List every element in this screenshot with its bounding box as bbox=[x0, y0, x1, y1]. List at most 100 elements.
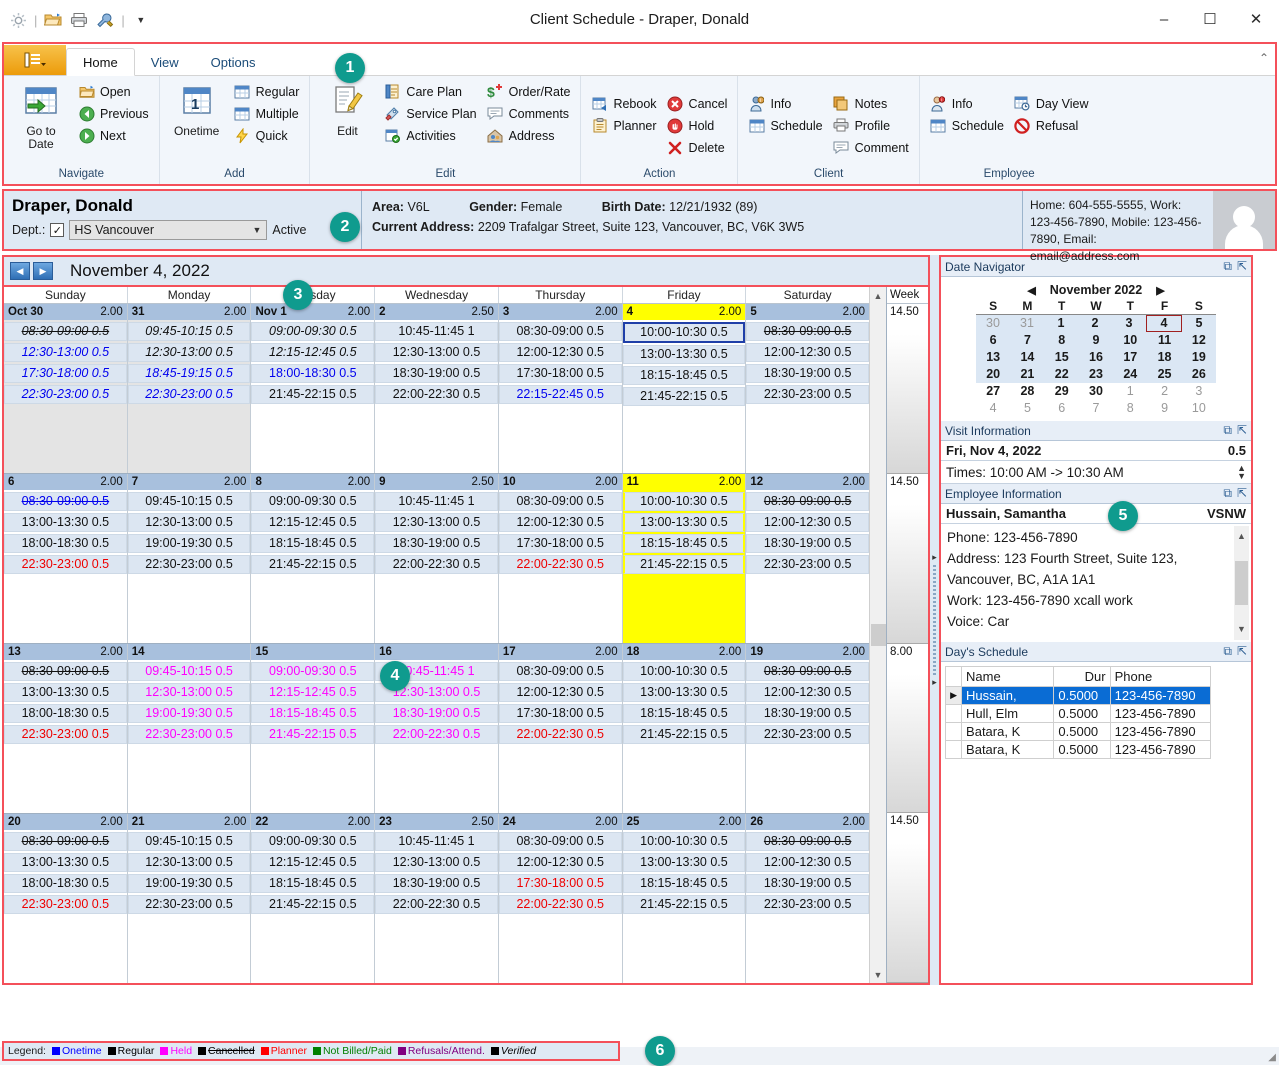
mini-cal-day[interactable]: 5 bbox=[1010, 400, 1044, 417]
appointment-entry[interactable]: 12:30-13:00 0.5 bbox=[127, 343, 251, 362]
appointment-entry[interactable]: 12:30-13:00 0.5 bbox=[4, 343, 127, 362]
table-row[interactable]: ▶ Hussain, 0.5000 123-456-7890 bbox=[944, 686, 1212, 705]
mini-cal-day[interactable]: 2 bbox=[1078, 315, 1112, 332]
mini-cal-day[interactable]: 16 bbox=[1079, 349, 1113, 366]
calendar-day-cell[interactable]: 14 09:45-10:15 0.5 12:30-13:00 0.5 19:00-19… bbox=[127, 644, 252, 813]
mini-cal-day[interactable]: 30 bbox=[1079, 383, 1113, 400]
refusal-button[interactable]: Refusal bbox=[1011, 116, 1092, 135]
calendar-day-cell[interactable]: 19 2.00 08:30-09:00 0.5 12:00-12:30 0.5 18:3… bbox=[746, 644, 869, 813]
appointment-entry[interactable]: 09:45-10:15 0.5 bbox=[127, 492, 251, 511]
appointment-entry[interactable]: 12:00-12:30 0.5 bbox=[498, 513, 622, 532]
col-header-name[interactable]: Name bbox=[961, 666, 1055, 687]
mini-cal-day[interactable]: 7 bbox=[1010, 332, 1044, 349]
appointment-entry[interactable]: 12:30-13:00 0.5 bbox=[127, 513, 251, 532]
appointment-entry[interactable]: 09:45-10:15 0.5 bbox=[127, 832, 251, 851]
calendar-day-cell[interactable]: 3 2.00 08:30-09:00 0.5 12:00-12:30 0.5 17:30… bbox=[498, 304, 623, 473]
appointment-entry[interactable]: 12:30-13:00 0.5 bbox=[127, 853, 251, 872]
appointment-entry[interactable]: 13:00-13:30 0.5 bbox=[622, 853, 746, 872]
delete-button[interactable]: Delete bbox=[664, 138, 731, 157]
appointment-entry[interactable]: 22:30-23:00 0.5 bbox=[127, 895, 251, 914]
scroll-thumb[interactable] bbox=[1235, 561, 1248, 605]
appointment-entry[interactable]: 12:00-12:30 0.5 bbox=[498, 683, 622, 702]
restore-icon[interactable]: ⧉ bbox=[1223, 259, 1232, 274]
mini-cal-day[interactable]: 29 bbox=[1045, 383, 1079, 400]
mini-cal-day[interactable]: 7 bbox=[1079, 400, 1113, 417]
mini-cal-day[interactable]: 1 bbox=[1113, 383, 1147, 400]
hold-button[interactable]: Hold bbox=[664, 116, 731, 135]
maximize-button[interactable]: ☐ bbox=[1187, 0, 1233, 38]
window-controls[interactable]: – ☐ ✕ bbox=[1141, 0, 1279, 38]
resize-grip-icon[interactable]: ◢ bbox=[1268, 1052, 1276, 1063]
mini-cal-day[interactable]: 6 bbox=[1045, 400, 1079, 417]
mini-cal-prev-icon[interactable]: ◀ bbox=[1027, 284, 1035, 297]
calendar-day-cell[interactable]: 24 2.00 08:30-09:00 0.5 12:00-12:30 0.5 17:3… bbox=[498, 814, 623, 983]
pin-icon[interactable]: ⇱ bbox=[1237, 486, 1247, 501]
client-info-button[interactable]: i Info bbox=[745, 94, 825, 113]
appointment-entry[interactable]: 22:30-23:00 0.5 bbox=[4, 385, 127, 404]
appointment-entry[interactable]: 12:00-12:30 0.5 bbox=[498, 343, 622, 362]
appointment-entry[interactable]: 22:30-23:00 0.5 bbox=[127, 725, 251, 744]
calendar-day-cell[interactable]: 15 09:00-09:30 0.5 12:15-12:45 0.5 18:15-18… bbox=[251, 644, 376, 813]
tab-options[interactable]: Options bbox=[195, 49, 272, 75]
calendar-day-cell[interactable]: 6 2.00 08:30-09:00 0.5 13:00-13:30 0.5 18:00… bbox=[4, 474, 128, 643]
calendar-next-button[interactable]: ▶ bbox=[33, 262, 53, 280]
quick-button[interactable]: Quick bbox=[231, 126, 303, 145]
appointment-entry[interactable]: 17:30-18:00 0.5 bbox=[498, 874, 622, 893]
appointment-entry[interactable]: 18:30-19:00 0.5 bbox=[746, 534, 869, 553]
mini-cal-day[interactable]: 5 bbox=[1182, 315, 1216, 332]
appointment-entry[interactable]: 12:00-12:30 0.5 bbox=[746, 683, 869, 702]
visit-scroll-spinner[interactable]: ▲ ▼ bbox=[1237, 464, 1246, 481]
appointment-entry[interactable]: 22:30-23:00 0.5 bbox=[746, 895, 869, 914]
appointment-entry[interactable]: 08:30-09:00 0.5 bbox=[498, 322, 622, 341]
table-row[interactable]: Batara, K 0.5000 123-456-7890 bbox=[944, 740, 1212, 759]
dept-select[interactable]: HS Vancouver ▼ bbox=[69, 220, 268, 240]
appointment-entry[interactable]: 09:00-09:30 0.5 bbox=[251, 662, 375, 681]
appointment-entry[interactable]: 18:15-18:45 0.5 bbox=[622, 534, 746, 553]
appointment-entry[interactable]: 18:30-19:00 0.5 bbox=[746, 704, 869, 723]
col-header-dur[interactable]: Dur bbox=[1053, 666, 1111, 687]
appointment-entry[interactable]: 18:30-19:00 0.5 bbox=[746, 874, 869, 893]
edit-button[interactable]: Edit bbox=[317, 82, 377, 138]
restore-icon[interactable]: ⧉ bbox=[1223, 644, 1232, 659]
appointment-entry[interactable]: 21:45-22:15 0.5 bbox=[622, 895, 746, 914]
appointment-entry[interactable]: 18:30-19:00 0.5 bbox=[375, 364, 498, 383]
mini-cal-day[interactable]: 20 bbox=[976, 366, 1010, 383]
appointment-entry[interactable]: 22:00-22:30 0.5 bbox=[375, 555, 498, 574]
mini-cal-day[interactable]: 26 bbox=[1182, 366, 1216, 383]
calendar-day-cell[interactable]: 31 2.00 09:45-10:15 0.5 12:30-13:00 0.5 18:4… bbox=[127, 304, 252, 473]
calendar-day-cell[interactable]: 10 2.00 08:30-09:00 0.5 12:00-12:30 0.5 17:3… bbox=[498, 474, 623, 643]
appointment-entry[interactable]: 08:30-09:00 0.5 bbox=[498, 832, 622, 851]
appointment-entry[interactable]: 12:15-12:45 0.5 bbox=[251, 853, 375, 872]
mini-cal-day[interactable]: 30 bbox=[976, 315, 1010, 332]
appointment-entry[interactable]: 18:15-18:45 0.5 bbox=[251, 874, 375, 893]
next-button[interactable]: Next bbox=[75, 126, 152, 145]
appointment-entry[interactable]: 18:30-19:00 0.5 bbox=[375, 704, 498, 723]
calendar-day-cell[interactable]: 20 2.00 08:30-09:00 0.5 13:00-13:30 0.5 18:0… bbox=[4, 814, 128, 983]
appointment-entry[interactable]: 22:00-22:30 0.5 bbox=[375, 725, 498, 744]
mini-cal-day[interactable]: 27 bbox=[976, 383, 1010, 400]
goto-date-button[interactable]: Go to Date bbox=[11, 82, 71, 151]
appointment-entry[interactable]: 08:30-09:00 0.5 bbox=[498, 662, 622, 681]
close-button[interactable]: ✕ bbox=[1233, 0, 1279, 38]
appointment-entry[interactable]: 21:45-22:15 0.5 bbox=[251, 895, 375, 914]
previous-button[interactable]: Previous bbox=[75, 104, 152, 123]
calendar-day-cell[interactable]: 5 2.00 08:30-09:00 0.5 12:00-12:30 0.5 18:30… bbox=[746, 304, 869, 473]
appointment-entry[interactable]: 22:30-23:00 0.5 bbox=[4, 725, 127, 744]
appointment-entry[interactable]: 08:30-09:00 0.5 bbox=[746, 662, 869, 681]
appointment-entry[interactable]: 08:30-09:00 0.5 bbox=[746, 492, 869, 511]
calendar-day-cell[interactable]: Nov 1 2.00 09:00-09:30 0.5 12:15-12:45 0.5 1… bbox=[251, 304, 376, 473]
mini-cal-day[interactable]: 11 bbox=[1147, 332, 1181, 349]
appointment-entry[interactable]: 22:30-23:00 0.5 bbox=[4, 555, 127, 574]
appointment-entry[interactable]: 09:00-09:30 0.5 bbox=[251, 322, 375, 341]
calendar-day-cell[interactable]: 12 2.00 08:30-09:00 0.5 12:00-12:30 0.5 18:3… bbox=[746, 474, 869, 643]
mini-cal-day[interactable]: 23 bbox=[1079, 366, 1113, 383]
appointment-entry[interactable]: 22:00-22:30 0.5 bbox=[375, 895, 498, 914]
client-schedule-button[interactable]: Schedule bbox=[745, 116, 825, 135]
appointment-entry[interactable]: 22:30-23:00 0.5 bbox=[746, 555, 869, 574]
appointment-entry[interactable]: 18:15-18:45 0.5 bbox=[622, 704, 746, 723]
employee-schedule-button[interactable]: Schedule bbox=[927, 116, 1007, 135]
scroll-down-arrow-icon[interactable]: ▼ bbox=[1237, 619, 1246, 640]
calendar-day-cell[interactable]: 22 2.00 09:00-09:30 0.5 12:15-12:45 0.5 18:1… bbox=[251, 814, 376, 983]
spinner-down-icon[interactable]: ▼ bbox=[1237, 472, 1246, 481]
splitter-expand-right-icon[interactable]: ▸ bbox=[932, 552, 937, 563]
